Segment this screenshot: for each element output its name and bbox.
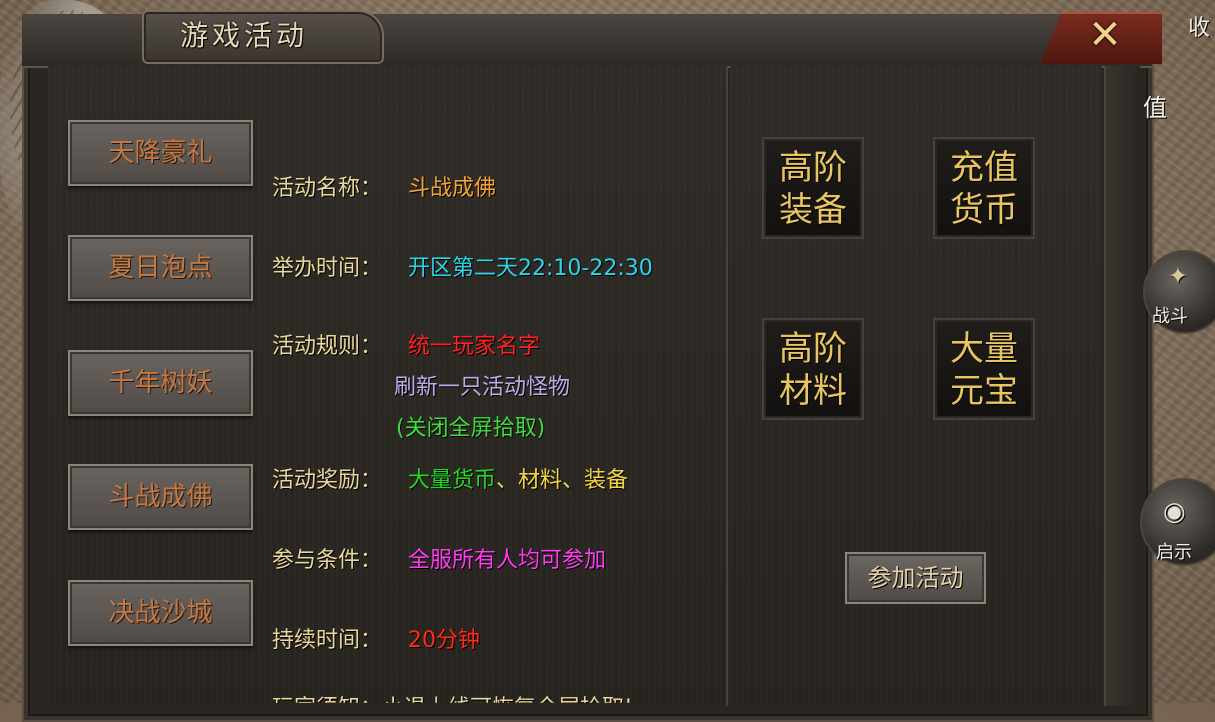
- activity-reward-green: 大量货币: [408, 468, 497, 493]
- reward-line: 装备: [779, 190, 847, 230]
- hint-label: 启示: [1156, 542, 1192, 563]
- activity-rules-label: 活动规则：: [272, 334, 383, 359]
- close-x-icon[interactable]: ✕: [1080, 10, 1130, 60]
- activity-button-qiannian[interactable]: 千年树妖: [68, 350, 253, 416]
- activity-time-label: 举办时间：: [272, 256, 383, 281]
- eye-icon: ◉: [1163, 497, 1186, 527]
- activity-name-label: 活动名称：: [272, 176, 383, 201]
- battle-label: 战斗: [1152, 306, 1188, 327]
- activity-reward-yellow: 、材料、装备: [496, 468, 629, 493]
- activity-name-value: 斗战成佛: [408, 176, 497, 201]
- window-title: 游戏活动: [180, 19, 309, 52]
- activity-rules-line1: 统一玩家名字: [408, 334, 541, 359]
- reward-line: 高阶: [779, 329, 847, 369]
- participation-label: 参与条件：: [272, 548, 383, 573]
- reward-item-advanced-equipment[interactable]: 高阶 装备: [762, 137, 864, 239]
- activity-reward-label: 活动奖励：: [272, 468, 383, 493]
- side-top-text: 收: [1188, 16, 1211, 41]
- reward-line: 高阶: [779, 148, 847, 188]
- activity-button-tianjiang[interactable]: 天降豪礼: [68, 120, 253, 186]
- reward-line: 货币: [950, 190, 1018, 230]
- side-value-text: 值: [1143, 94, 1167, 122]
- activity-rules-line2: 刷新一只活动怪物: [394, 375, 571, 400]
- reward-item-ingots[interactable]: 大量 元宝: [933, 318, 1035, 420]
- reward-line: 大量: [950, 329, 1018, 369]
- reward-item-advanced-material[interactable]: 高阶 材料: [762, 318, 864, 420]
- activity-button-douzhan[interactable]: 斗战成佛: [68, 464, 253, 530]
- reward-line: 材料: [779, 371, 847, 411]
- activity-time-value: 开区第二天22:10-22:30: [408, 256, 653, 281]
- join-activity-button[interactable]: 参加活动: [845, 552, 986, 604]
- reward-item-recharge-currency[interactable]: 充值 货币: [933, 137, 1035, 239]
- reward-line: 元宝: [950, 371, 1018, 411]
- activity-button-xiari[interactable]: 夏日泡点: [68, 235, 253, 301]
- battle-glyph-icon: ✦: [1168, 262, 1189, 290]
- duration-value: 20分钟: [408, 628, 480, 653]
- activity-rules-line3: (关闭全屏拾取): [396, 416, 546, 441]
- participation-value: 全服所有人均可参加: [408, 548, 607, 573]
- reward-line: 充值: [950, 148, 1018, 188]
- duration-label: 持续时间：: [272, 628, 383, 653]
- activity-button-juezhan[interactable]: 决战沙城: [68, 580, 253, 646]
- window-right-rail: [1104, 66, 1140, 706]
